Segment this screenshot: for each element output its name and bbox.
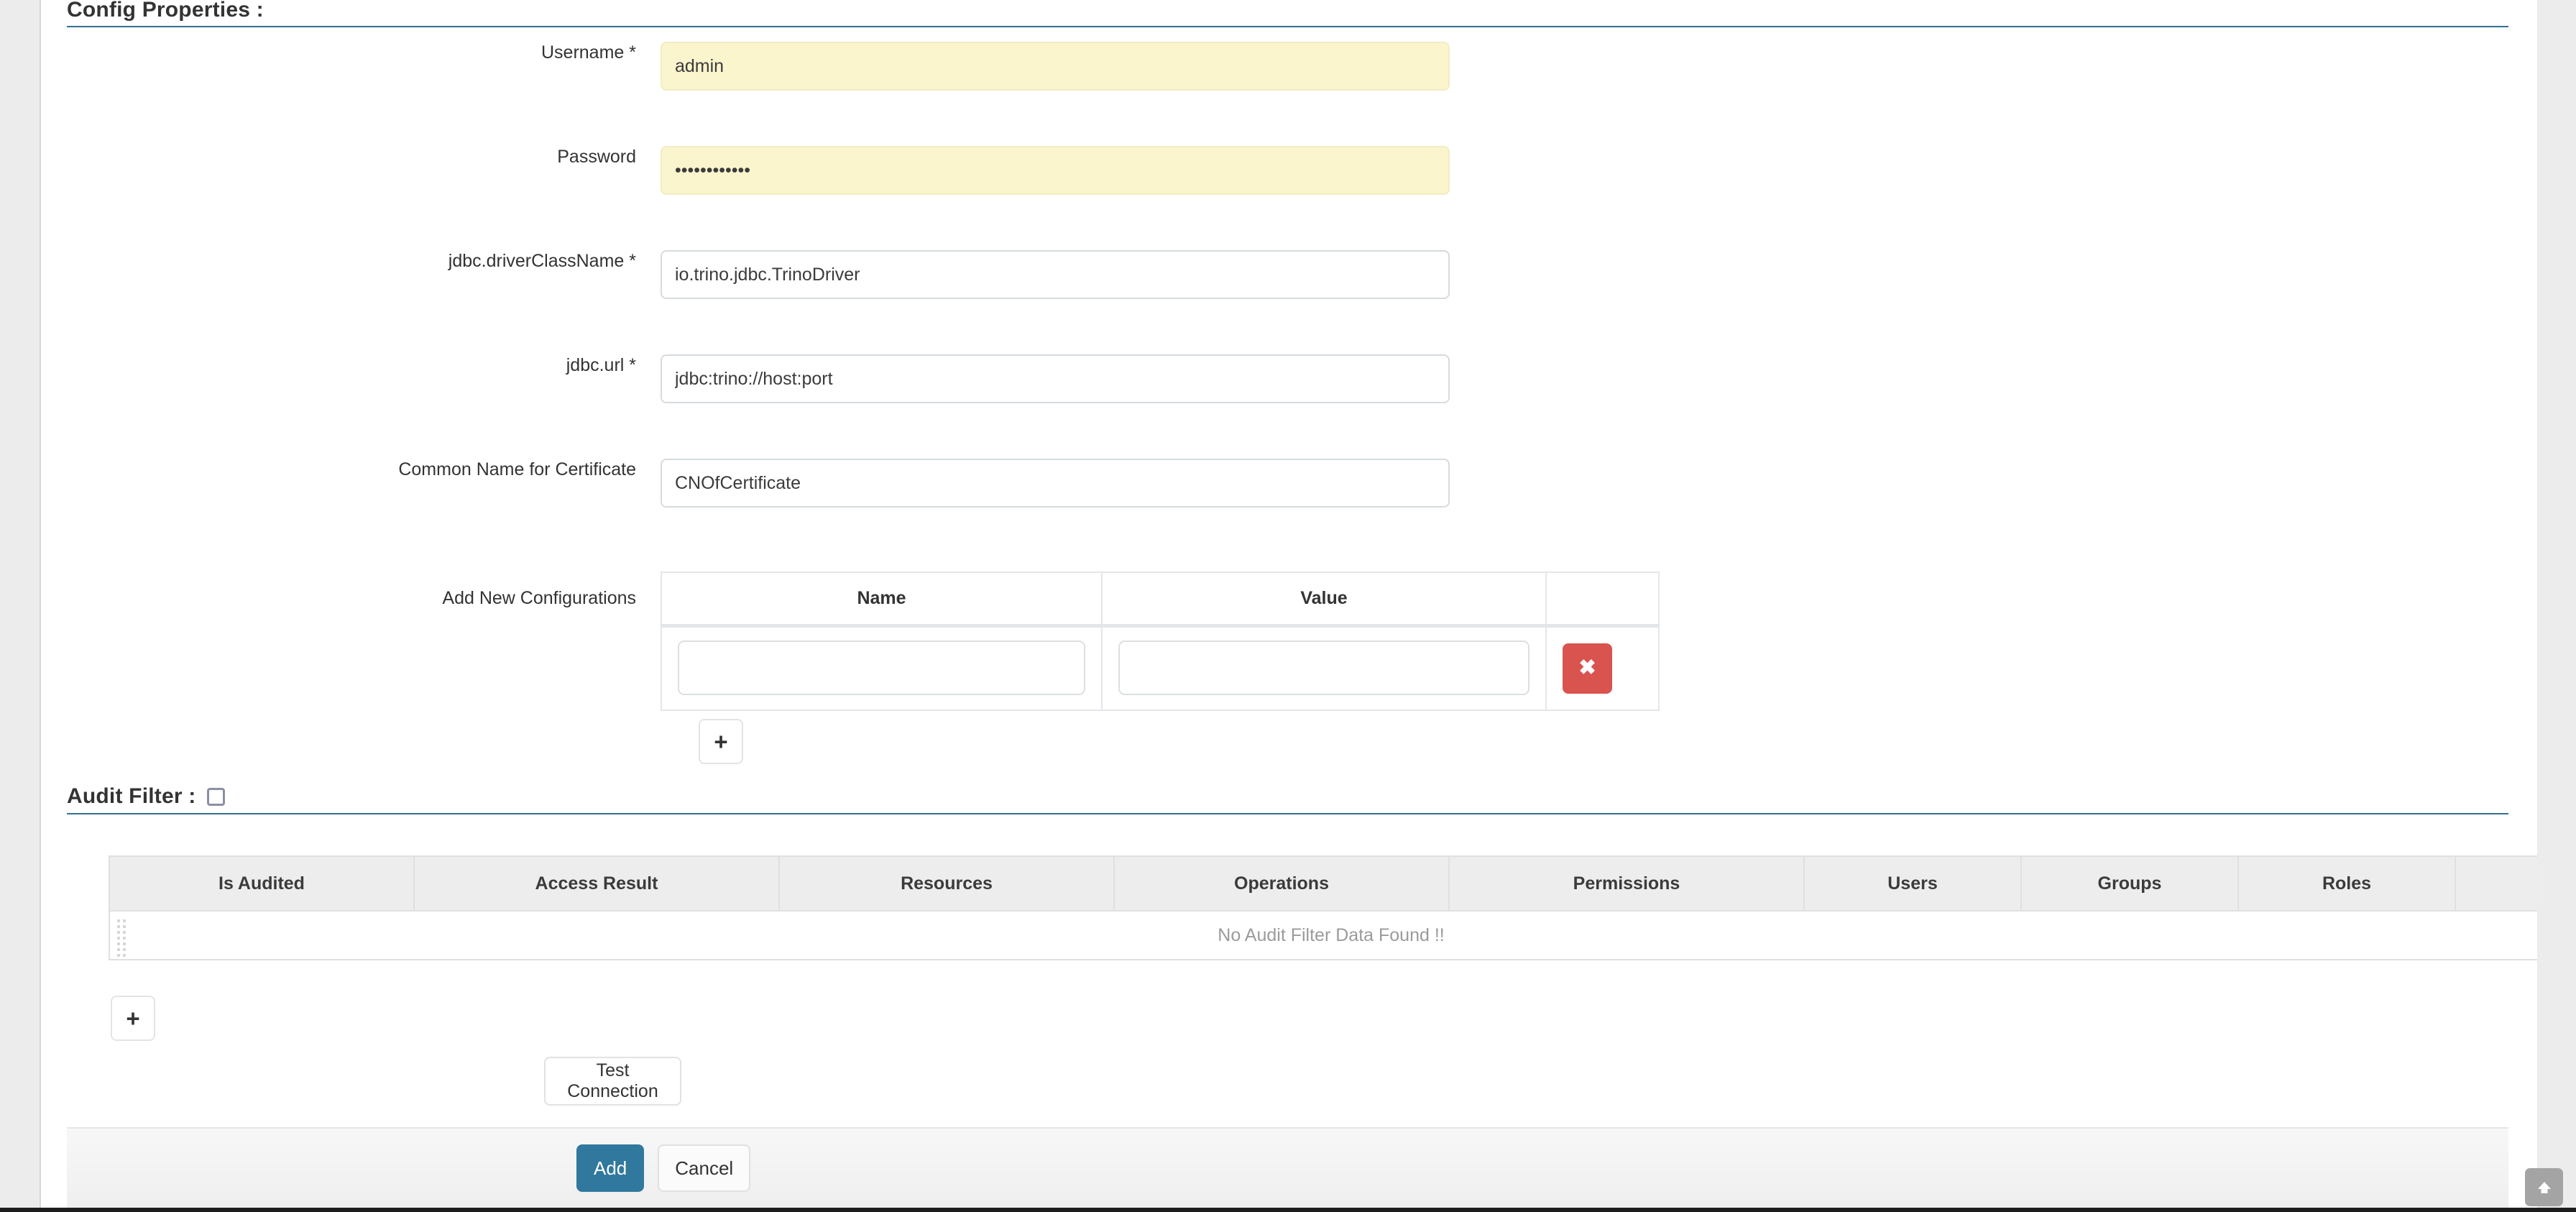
password-label: Password <box>557 147 636 167</box>
plus-icon: + <box>126 1005 140 1032</box>
common-name-for-certificate-label: Common Name for Certificate <box>398 459 636 479</box>
audit-filter-checkbox[interactable] <box>207 787 226 806</box>
test-connection-button[interactable]: Test Connection <box>544 1057 681 1106</box>
column-header-value: Value <box>1101 571 1547 628</box>
arrow-up-icon <box>2534 1177 2554 1198</box>
audit-filter-empty-message: No Audit Filter Data Found !! <box>1218 924 1445 945</box>
cancel-button-label: Cancel <box>675 1157 734 1179</box>
column-header-operations: Operations <box>1113 855 1450 912</box>
config-name-cell <box>661 625 1103 711</box>
column-header-groups: Groups <box>2020 855 2239 912</box>
column-header-is-audited: Is Audited <box>109 855 415 912</box>
drag-handle-icon[interactable] <box>117 919 129 957</box>
audit-filter-title: Audit Filter : <box>67 784 196 808</box>
cancel-button[interactable]: Cancel <box>658 1144 751 1192</box>
column-header-roles: Roles <box>2237 855 2456 912</box>
config-actions-cell: ✖ <box>1546 625 1660 711</box>
form-footer: Add Cancel <box>67 1127 2508 1208</box>
right-gutter-rail <box>2537 0 2576 1212</box>
add-new-configurations-label: Add New Configurations <box>442 588 636 608</box>
window-bottom-edge <box>0 1208 2576 1212</box>
add-audit-filter-row-button[interactable]: + <box>111 996 155 1041</box>
common-name-for-certificate-input[interactable] <box>661 459 1450 508</box>
form-content-area: Config Properties : Username * Password … <box>42 0 2537 1208</box>
column-header-actions <box>2455 855 2537 912</box>
jdbc-url-input[interactable] <box>661 354 1450 403</box>
audit-filter-divider <box>67 813 2508 814</box>
config-properties-title: Config Properties : <box>67 0 264 22</box>
new-configurations-table: Name Value ✖ <box>661 571 1660 711</box>
column-header-name: Name <box>661 571 1103 628</box>
field-row-password: Password <box>42 146 1450 195</box>
column-header-permissions: Permissions <box>1448 855 1805 912</box>
password-input[interactable] <box>661 146 1450 195</box>
audit-filter-table: Is Audited Access Result Resources Opera… <box>109 855 2537 960</box>
table-row: ✖ <box>661 625 1660 711</box>
jdbc-driver-class-name-label: jdbc.driverClassName * <box>448 251 636 271</box>
config-properties-divider <box>67 26 2508 27</box>
plus-icon: + <box>714 728 728 755</box>
config-value-cell <box>1101 625 1547 711</box>
field-row-jdbc-driver-class-name: jdbc.driverClassName * <box>42 250 1450 299</box>
column-header-resources: Resources <box>778 855 1115 912</box>
remove-config-row-button[interactable]: ✖ <box>1563 643 1612 694</box>
test-connection-label: Test Connection <box>567 1060 658 1101</box>
field-row-jdbc-url: jdbc.url * <box>42 354 1450 403</box>
field-row-username: Username * <box>42 42 1450 91</box>
table-header-row: Name Value <box>661 571 1660 628</box>
config-name-input[interactable] <box>678 640 1085 695</box>
config-properties-heading: Config Properties : <box>67 0 264 23</box>
column-header-access-result: Access Result <box>413 855 780 912</box>
left-sidebar-rail <box>0 0 41 1212</box>
column-header-users: Users <box>1803 855 2022 912</box>
jdbc-url-label: jdbc.url * <box>566 355 636 375</box>
scroll-to-top-button[interactable] <box>2525 1168 2563 1206</box>
audit-filter-empty-message-cell: No Audit Filter Data Found !! <box>109 911 2537 960</box>
config-value-input[interactable] <box>1118 640 1530 695</box>
table-header-row: Is Audited Access Result Resources Opera… <box>109 855 2537 912</box>
app-root: Config Properties : Username * Password … <box>0 0 2576 1212</box>
username-label: Username * <box>541 42 636 63</box>
add-config-row-button[interactable]: + <box>699 719 743 764</box>
close-icon: ✖ <box>1578 656 1596 679</box>
add-button-label: Add <box>594 1157 627 1179</box>
column-header-actions <box>1546 571 1660 628</box>
audit-filter-heading: Audit Filter : <box>67 784 226 809</box>
audit-filter-table-wrapper: Is Audited Access Result Resources Opera… <box>109 855 2537 960</box>
jdbc-driver-class-name-input[interactable] <box>661 250 1450 299</box>
add-button[interactable]: Add <box>576 1144 645 1192</box>
username-input[interactable] <box>661 42 1450 91</box>
add-new-configurations-row: Add New Configurations Name Value ✖ <box>42 571 1660 711</box>
field-row-common-name-for-certificate: Common Name for Certificate <box>42 459 1450 508</box>
table-row: No Audit Filter Data Found !! <box>109 911 2537 960</box>
